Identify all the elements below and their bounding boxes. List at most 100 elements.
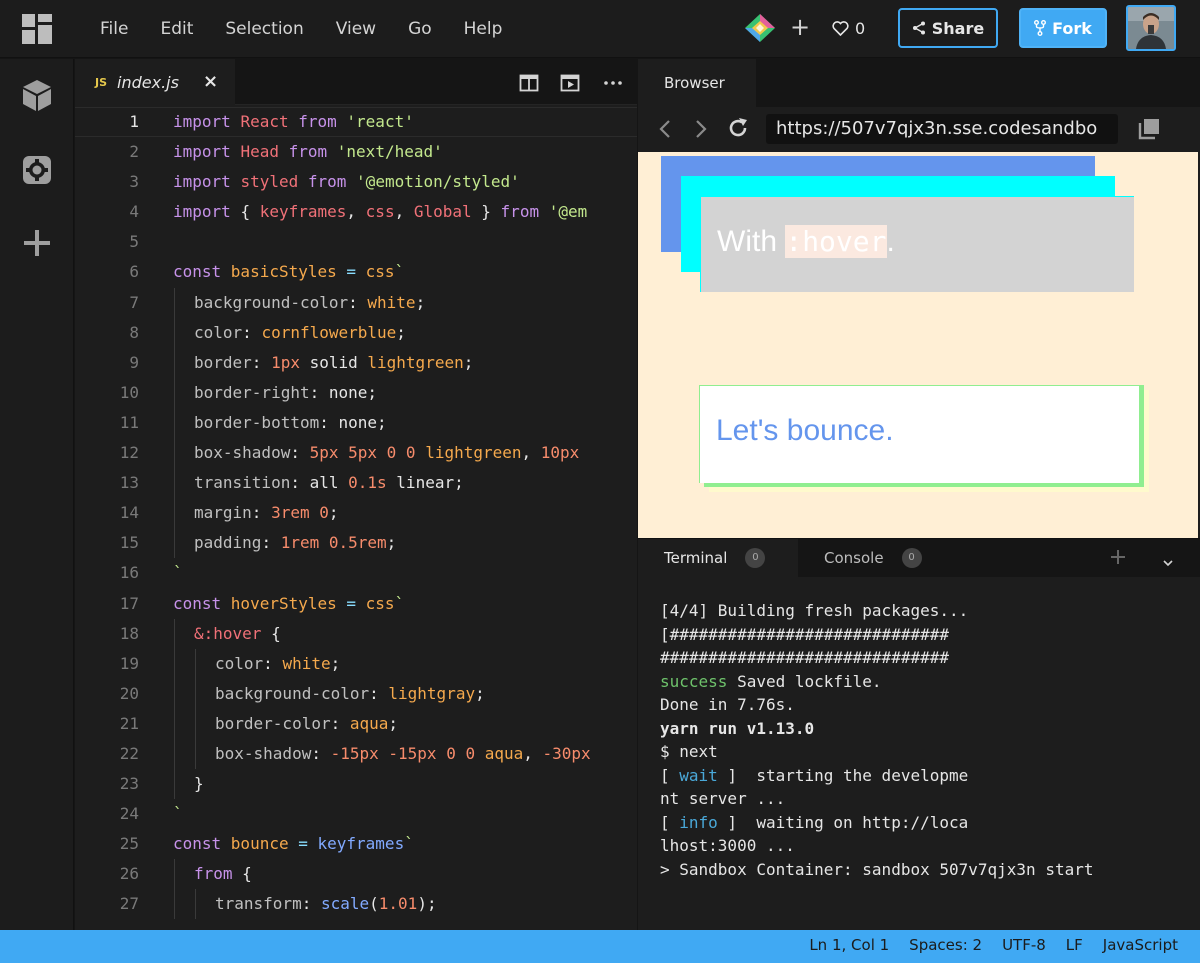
gear-icon[interactable]: [20, 153, 54, 187]
tab-browser[interactable]: Browser: [638, 59, 756, 107]
code-token: aqua: [349, 713, 389, 733]
sandbox-template-icon[interactable]: [744, 13, 776, 43]
chevron-down-icon[interactable]: [1162, 553, 1174, 572]
code-token: }: [194, 774, 204, 794]
terminal-text: success: [660, 671, 728, 691]
code-line[interactable]: 16 `: [75, 558, 637, 588]
code-token: ;: [328, 503, 339, 523]
code-line[interactable]: 12 box-shadow: 5px 5px 0 0 lightgreen, 10…: [75, 438, 637, 469]
menu-view[interactable]: View: [336, 19, 376, 39]
top-bar: File Edit Selection View Go Help + 0 Sha…: [0, 0, 1200, 58]
code-line[interactable]: 11 border-bottom: none;: [75, 407, 637, 438]
status-bar: Ln 1, Col 1 Spaces: 2 UTF-8 LF JavaScrip…: [0, 930, 1200, 963]
code-lines[interactable]: 1 import React from 'react' 2 import Head f…: [75, 107, 637, 920]
code-line[interactable]: 26 from {: [75, 859, 637, 890]
language-mode[interactable]: JavaScript: [1103, 936, 1178, 954]
code-line[interactable]: 19 color: white;: [75, 648, 637, 679]
menu-file[interactable]: File: [100, 19, 128, 39]
code-token: transform: [215, 894, 302, 914]
code-token: }: [481, 202, 501, 222]
hover-demo-box[interactable]: With :hover.: [700, 196, 1134, 292]
open-new-window-icon[interactable]: [1137, 117, 1161, 145]
code-token: from: [307, 172, 357, 192]
preview-icon[interactable]: [560, 73, 580, 93]
back-icon[interactable]: [658, 119, 672, 143]
code-line[interactable]: 18 &:hover {: [75, 618, 637, 649]
code-line[interactable]: 1 import React from 'react': [75, 107, 637, 137]
code-token: lightgreen: [367, 352, 464, 372]
code-token: 3rem 0: [271, 503, 329, 523]
code-line[interactable]: 7 background-color: white;: [75, 287, 637, 318]
code-line[interactable]: 13 transition: all 0.1s linear;: [75, 468, 637, 499]
split-view-icon[interactable]: [519, 73, 539, 93]
menu-selection[interactable]: Selection: [225, 19, 303, 39]
code-line[interactable]: 24 `: [75, 799, 637, 829]
code-line[interactable]: 10 border-right: none;: [75, 377, 637, 408]
terminal-text: > Sandbox Container: sandbox 507v7qjx3n …: [660, 859, 1094, 879]
terminal-line: success Saved lockfile.: [660, 670, 1093, 694]
terminal-text: lhost:3000 ...: [660, 836, 795, 855]
new-sandbox-button[interactable]: +: [788, 14, 812, 42]
code-line[interactable]: 6 const basicStyles = css`: [75, 257, 637, 287]
line-ending[interactable]: LF: [1066, 936, 1083, 954]
code-token: styled: [240, 172, 308, 192]
cube-icon[interactable]: [20, 78, 54, 112]
code-token: lightgray: [388, 683, 476, 703]
share-button[interactable]: Share: [898, 8, 998, 48]
line-number: 13: [119, 473, 139, 493]
code-line[interactable]: 4 import { keyframes, css, Global } from …: [75, 197, 637, 227]
codesandbox-dashboard-icon[interactable]: [22, 14, 52, 44]
code-token: const: [173, 593, 231, 613]
code-token: white: [367, 292, 416, 312]
user-avatar[interactable]: [1126, 5, 1176, 51]
cursor-position[interactable]: Ln 1, Col 1: [809, 936, 889, 954]
code-text: import Head from 'next/head': [173, 137, 443, 167]
code-token: ;: [475, 683, 485, 703]
bounce-demo-box[interactable]: Let's bounce.: [699, 385, 1139, 483]
code-line[interactable]: 22 box-shadow: -15px -15px 0 0 aqua, -30p…: [75, 738, 637, 769]
like-button[interactable]: 0: [832, 17, 865, 39]
close-icon[interactable]: ×: [203, 71, 218, 92]
plus-icon[interactable]: [20, 226, 54, 260]
menu-edit[interactable]: Edit: [160, 19, 193, 39]
fork-button[interactable]: Fork: [1019, 8, 1107, 48]
terminal-line: [#############################: [660, 623, 1093, 647]
code-line[interactable]: 17 const hoverStyles = css`: [75, 589, 637, 619]
more-options-icon[interactable]: [603, 73, 623, 93]
code-text: box-shadow: 5px 5px 0 0 lightgreen, 10px: [194, 438, 579, 468]
code-line[interactable]: 20 background-color: lightgray;: [75, 678, 637, 709]
code-line[interactable]: 23}: [75, 769, 637, 800]
menu-help[interactable]: Help: [464, 19, 503, 39]
code-line[interactable]: 15 padding: 1rem 0.5rem;: [75, 528, 637, 559]
code-line[interactable]: 8 color: cornflowerblue;: [75, 317, 637, 348]
terminal-text: ] waiting on http://loca: [717, 812, 969, 832]
terminal-output[interactable]: [4/4] Building fresh packages... [#######…: [660, 599, 1093, 881]
file-encoding[interactable]: UTF-8: [1002, 936, 1046, 954]
url-input[interactable]: https://507v7qjx3n.sse.codesandbo: [766, 114, 1118, 144]
indent-guide: [174, 468, 175, 499]
indentation-setting[interactable]: Spaces: 2: [909, 936, 982, 954]
tab-index-js[interactable]: JS index.js ×: [75, 59, 235, 106]
terminal-text: [: [660, 812, 680, 832]
tab-console[interactable]: Console 0: [824, 539, 922, 577]
tab-terminal[interactable]: Terminal 0: [638, 539, 798, 577]
code-line[interactable]: 5: [75, 227, 637, 257]
hover-period: .: [886, 225, 895, 258]
forward-icon[interactable]: [694, 119, 708, 143]
code-token: css: [365, 262, 395, 282]
terminal-text: Done in 7.76s.: [660, 695, 795, 714]
code-line[interactable]: 9 border: 1px solid lightgreen;: [75, 347, 637, 378]
code-token: :: [251, 352, 272, 372]
code-text: border-right: none;: [194, 378, 377, 408]
refresh-icon[interactable]: [726, 116, 750, 144]
code-text: transform: scale(1.01);: [215, 889, 437, 919]
terminal-text: ] starting the developme: [717, 765, 969, 785]
code-line[interactable]: 21 border-color: aqua;: [75, 708, 637, 739]
code-line[interactable]: 2 import Head from 'next/head': [75, 137, 637, 167]
menu-go[interactable]: Go: [408, 19, 432, 39]
add-terminal-icon[interactable]: [1110, 549, 1126, 569]
code-line[interactable]: 14 margin: 3rem 0;: [75, 498, 637, 529]
code-line[interactable]: 3 import styled from '@emotion/styled': [75, 167, 637, 197]
code-line[interactable]: 25 const bounce = keyframes`: [75, 829, 637, 859]
code-line[interactable]: 27 transform: scale(1.01);: [75, 889, 637, 920]
